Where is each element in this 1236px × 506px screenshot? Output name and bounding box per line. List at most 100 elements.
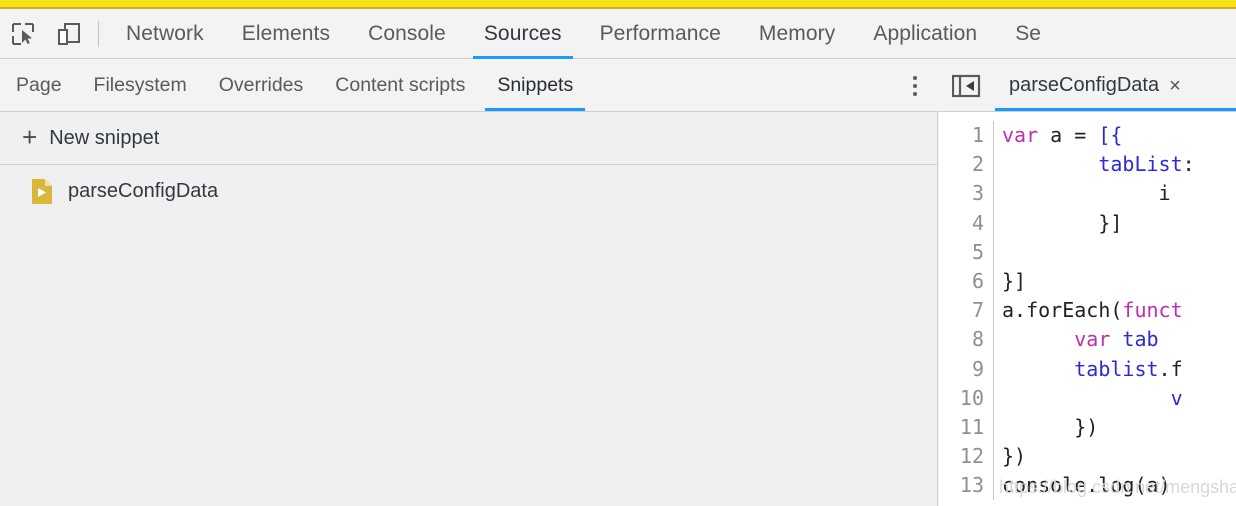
line-number: 12 — [959, 444, 984, 469]
code-token: var — [1002, 123, 1039, 147]
inspect-element-icon[interactable] — [0, 9, 46, 59]
kebab-menu-icon[interactable] — [892, 60, 938, 111]
code-token: }] — [1002, 210, 1123, 235]
line-number: 2 — [971, 152, 984, 177]
subtab-snippets[interactable]: Snippets — [481, 60, 589, 111]
code-token: .log(a) — [1086, 473, 1171, 498]
line-content[interactable]: }) — [993, 412, 1236, 443]
line-content[interactable]: }] — [993, 266, 1236, 297]
kebab-dot — [913, 83, 917, 88]
line-number: 13 — [959, 473, 984, 498]
line-number: 4 — [971, 210, 984, 235]
code-line: 5 — [939, 237, 1236, 267]
line-content[interactable]: tabList: — [993, 150, 1236, 180]
line-content[interactable]: console.log(a) — [993, 471, 1236, 501]
line-content[interactable]: i — [993, 179, 1236, 209]
subtab-page[interactable]: Page — [0, 60, 78, 111]
subtab-label: Content scripts — [335, 74, 466, 96]
tab-label: Se — [1015, 21, 1042, 45]
line-content[interactable]: v — [993, 383, 1236, 413]
tab-console[interactable]: Console — [349, 9, 465, 59]
list-item-label: parseConfigData — [68, 179, 219, 202]
editor-tab-parseconfigdata[interactable]: parseConfigData × — [995, 60, 1236, 111]
line-content[interactable] — [993, 237, 1236, 267]
subtab-label: Overrides — [218, 74, 304, 96]
tab-label: Memory — [758, 21, 836, 45]
code-line: 8 var tab — [939, 325, 1236, 355]
toolbar-divider — [98, 20, 99, 47]
code-line: 11 }) — [939, 412, 1236, 443]
devtools-window: Network Elements Console Sources Perform… — [0, 0, 1236, 506]
collapse-sidebar-icon[interactable] — [939, 60, 995, 111]
tab-performance[interactable]: Performance — [581, 9, 740, 59]
code-token: console — [1002, 473, 1087, 498]
line-number: 10 — [959, 385, 984, 410]
code-token: funct — [1122, 298, 1183, 323]
tab-network[interactable]: Network — [107, 9, 223, 59]
tab-label: Network — [126, 21, 204, 45]
code-token: tab — [1110, 327, 1159, 352]
close-icon[interactable]: × — [1169, 76, 1181, 96]
code-line: 2 tabList: — [939, 150, 1236, 180]
code-token: i — [1002, 181, 1171, 206]
code-token: [{ — [1098, 123, 1123, 147]
code-token: f — [1170, 356, 1183, 381]
line-number: 3 — [971, 181, 984, 206]
tab-label: Elements — [241, 21, 331, 45]
line-number: 6 — [971, 268, 984, 293]
editor-tab-label: parseConfigData — [1009, 74, 1160, 96]
tab-security[interactable]: Se — [996, 9, 1060, 59]
code-token: v — [1002, 385, 1183, 410]
tab-label: Console — [368, 21, 446, 45]
line-number: 11 — [959, 414, 984, 439]
devtools-main-toolbar: Network Elements Console Sources Perform… — [0, 9, 1236, 59]
new-snippet-button[interactable]: + New snippet — [0, 112, 937, 165]
code-line: 9 tablist.f — [939, 354, 1236, 384]
sources-sub-tabs: Page Filesystem Overrides Content script… — [0, 60, 892, 111]
code-line: 1 var a = [{ — [939, 121, 1236, 151]
code-token: : — [1182, 152, 1195, 177]
line-content[interactable]: var a = [{ — [993, 121, 1236, 151]
subtab-label: Snippets — [497, 74, 574, 96]
subtab-overrides[interactable]: Overrides — [203, 60, 320, 111]
line-content[interactable]: tablist.f — [993, 354, 1236, 384]
code-token: tabList — [1002, 152, 1183, 177]
editor-pane: parseConfigData × 1 var a = [{2 tabList: 3… — [939, 60, 1236, 506]
code-token: tablist — [1074, 356, 1159, 381]
code-token: }) — [1002, 444, 1027, 469]
code-line: 4 }] — [939, 208, 1236, 238]
code-editor[interactable]: 1 var a = [{2 tabList: 3 i4 }] 5 6}] 7 a.forEa… — [939, 112, 1236, 506]
line-content[interactable]: var tab — [993, 325, 1236, 355]
line-content[interactable]: }) — [993, 442, 1236, 472]
plus-icon: + — [22, 121, 38, 152]
tab-memory[interactable]: Memory — [740, 9, 854, 59]
code-token: .forEach( — [1014, 298, 1123, 323]
tab-elements[interactable]: Elements — [223, 9, 349, 59]
code-token: }] — [1002, 268, 1027, 293]
line-number: 8 — [971, 327, 984, 352]
code-line: 7 a.forEach(funct — [939, 296, 1236, 326]
code-token: a — [1002, 298, 1015, 323]
subtab-label: Filesystem — [93, 74, 187, 96]
line-content[interactable]: a.forEach(funct — [993, 296, 1236, 326]
code-lines: 1 var a = [{2 tabList: 3 i4 }] 5 6}] 7 a.forEa… — [939, 112, 1236, 501]
kebab-dot — [913, 91, 917, 96]
code-line: 6}] — [939, 266, 1236, 297]
subtab-filesystem[interactable]: Filesystem — [78, 60, 203, 111]
tab-application[interactable]: Application — [854, 9, 996, 59]
device-toolbar-icon[interactable] — [46, 9, 92, 59]
code-token: = — [1074, 123, 1087, 147]
code-line: 12}) — [939, 442, 1236, 472]
line-content[interactable]: }] — [993, 208, 1236, 238]
list-item[interactable]: parseConfigData — [0, 165, 937, 217]
tab-label: Performance — [599, 21, 721, 45]
code-token: . — [1158, 356, 1171, 381]
tab-sources[interactable]: Sources — [465, 9, 581, 59]
line-number: 9 — [971, 356, 984, 381]
editor-tabstrip: parseConfigData × — [939, 60, 1236, 112]
new-snippet-label: New snippet — [49, 126, 160, 149]
subtab-content-scripts[interactable]: Content scripts — [319, 60, 481, 111]
code-token: var — [1074, 327, 1111, 352]
